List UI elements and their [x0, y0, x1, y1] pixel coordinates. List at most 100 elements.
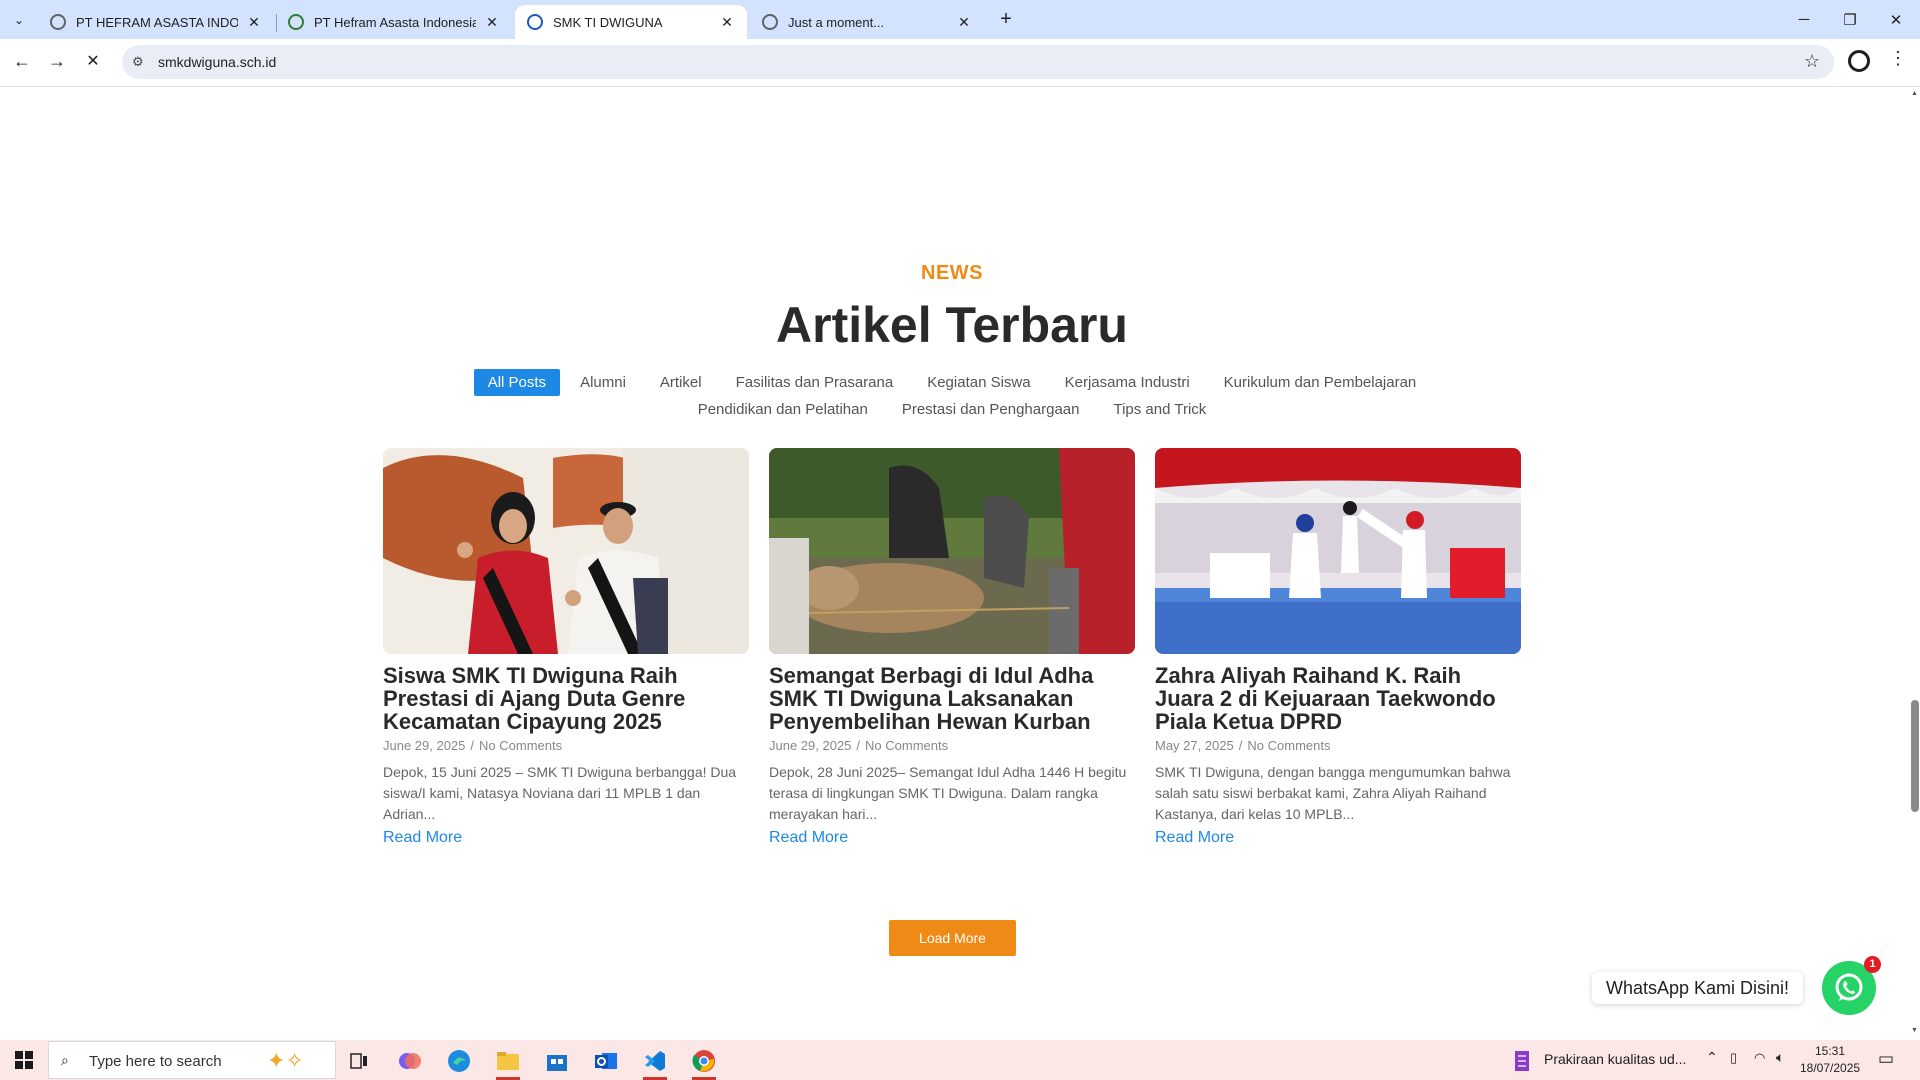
tab-smk-dwiguna[interactable]: SMK TI DWIGUNA ✕ [515, 5, 747, 39]
network-icon[interactable]: ◠ [1754, 1050, 1765, 1066]
post-meta: June 29, 2025 / No Comments [769, 738, 1135, 753]
site-favicon-icon [288, 14, 304, 30]
post-date: June 29, 2025 [769, 738, 852, 753]
device-icon[interactable]: ▯ [1730, 1050, 1737, 1066]
address-bar[interactable]: ⚙ smkdwiguna.sch.id ☆ [122, 45, 1834, 79]
copilot-icon[interactable] [390, 1044, 430, 1078]
chrome-glyph-icon [692, 1050, 715, 1072]
chrome-icon[interactable] [684, 1044, 724, 1080]
close-icon[interactable]: ✕ [719, 14, 735, 31]
read-more-link[interactable]: Read More [383, 829, 462, 847]
post-comments[interactable]: No Comments [865, 738, 948, 753]
tab-hefram-2[interactable]: PT Hefram Asasta Indonesia - P ✕ [276, 5, 512, 39]
bookmark-star-icon[interactable]: ☆ [1804, 51, 1820, 72]
scroll-down-arrow-icon[interactable]: ▼ [1911, 1027, 1918, 1034]
browser-tab-bar: ⌄ PT HEFRAM ASASTA INDONESIA ✕ PT Hefram… [0, 0, 1920, 39]
post-thumbnail[interactable] [1155, 448, 1521, 654]
read-more-link[interactable]: Read More [1155, 829, 1234, 847]
filter-pendidikan-pelatihan[interactable]: Pendidikan dan Pelatihan [684, 396, 882, 423]
read-more-link[interactable]: Read More [769, 829, 848, 847]
clock-date: 18/07/2025 [1800, 1061, 1861, 1075]
windows-taskbar: ⌕ Type here to search ✦✧ Prakiraan kuali… [0, 1040, 1920, 1080]
new-tab-button[interactable]: + [994, 7, 1018, 31]
filter-artikel[interactable]: Artikel [646, 369, 716, 396]
whatsapp-label[interactable]: WhatsApp Kami Disini! [1592, 972, 1804, 1004]
edge-glyph-icon [448, 1050, 470, 1072]
windows-logo-icon [15, 1051, 33, 1069]
filter-kerjasama-industri[interactable]: Kerjasama Industri [1051, 369, 1204, 396]
filter-prestasi[interactable]: Prestasi dan Penghargaan [888, 396, 1094, 423]
volume-icon[interactable]: 🔈︎ [1776, 1049, 1784, 1066]
post-card: Semangat Berbagi di Idul Adha SMK TI Dwi… [769, 448, 1135, 847]
filter-kurikulum[interactable]: Kurikulum dan Pembelajaran [1210, 369, 1431, 396]
file-explorer-icon[interactable] [488, 1044, 528, 1080]
meta-separator: / [856, 738, 861, 753]
search-icon: ⌕ [61, 1052, 69, 1068]
kurban-photo [769, 448, 1135, 654]
page-scrollbar[interactable] [1910, 88, 1920, 1040]
globe-icon [762, 14, 778, 30]
post-excerpt: SMK TI Dwiguna, dengan bangga mengumumka… [1155, 764, 1511, 822]
notification-center-icon[interactable]: ▭ [1878, 1049, 1894, 1069]
close-icon[interactable]: ✕ [956, 14, 972, 31]
close-icon[interactable]: ✕ [484, 14, 500, 31]
post-title[interactable]: Semangat Berbagi di Idul Adha SMK TI Dwi… [769, 664, 1135, 733]
air-quality-glyph-icon [1515, 1051, 1529, 1071]
post-comments[interactable]: No Comments [1247, 738, 1330, 753]
tray-chevron-up-icon[interactable]: ⌃ [1706, 1049, 1718, 1066]
back-arrow-icon[interactable]: ← [9, 48, 35, 74]
filter-all-posts[interactable]: All Posts [473, 369, 561, 396]
tab-title: SMK TI DWIGUNA [553, 14, 663, 30]
restore-icon[interactable]: ❐ [1827, 0, 1873, 39]
task-view-glyph-icon [350, 1053, 367, 1069]
search-placeholder[interactable]: Type here to search [89, 1053, 222, 1070]
close-icon[interactable]: ✕ [246, 14, 262, 31]
post-thumbnail[interactable] [769, 448, 1135, 654]
globe-icon [50, 14, 66, 30]
post-excerpt: Depok, 15 Juni 2025 – SMK TI Dwiguna ber… [383, 764, 737, 822]
filter-fasilitas[interactable]: Fasilitas dan Prasarana [722, 369, 908, 396]
section-heading: Artikel Terbaru [776, 297, 1128, 353]
post-meta: May 27, 2025 / No Comments [1155, 738, 1521, 753]
microsoft-store-icon[interactable] [537, 1044, 577, 1078]
vscode-icon[interactable] [635, 1044, 675, 1080]
load-more-button[interactable]: Load More [889, 920, 1016, 956]
site-settings-icon[interactable]: ⚙ [132, 54, 144, 70]
post-title[interactable]: Zahra Aliyah Raihand K. Raih Juara 2 di … [1155, 664, 1521, 733]
forward-arrow-icon[interactable]: → [44, 48, 70, 74]
filter-alumni[interactable]: Alumni [566, 369, 640, 396]
tab-hefram-1[interactable]: PT HEFRAM ASASTA INDONESIA ✕ [38, 5, 274, 39]
url-text[interactable]: smkdwiguna.sch.id [158, 54, 276, 70]
outlook-icon[interactable] [586, 1044, 626, 1078]
post-card: Siswa SMK TI Dwiguna Raih Prestasi di Aj… [383, 448, 749, 847]
weather-widget-text[interactable]: Prakiraan kualitas ud... [1544, 1051, 1686, 1067]
tab-just-a-moment[interactable]: Just a moment... ✕ [750, 5, 984, 39]
more-menu-icon[interactable]: ⋮ [1889, 48, 1907, 69]
minimize-icon[interactable]: ─ [1781, 0, 1827, 39]
filter-tips-trick[interactable]: Tips and Trick [1099, 396, 1220, 423]
filter-kegiatan-siswa[interactable]: Kegiatan Siswa [913, 369, 1044, 396]
windows-start-button[interactable] [0, 1040, 48, 1080]
vscode-glyph-icon [645, 1051, 665, 1071]
taskbar-search-box[interactable]: ⌕ Type here to search ✦✧ [48, 1041, 336, 1079]
window-close-icon[interactable]: ✕ [1873, 0, 1919, 39]
taekwondo-photo [1155, 448, 1521, 654]
profile-avatar-icon[interactable] [1848, 50, 1870, 72]
outlook-glyph-icon [595, 1053, 617, 1069]
duta-genre-photo [383, 448, 749, 654]
task-view-icon[interactable] [339, 1044, 379, 1078]
meta-separator: / [1238, 738, 1243, 753]
post-date: May 27, 2025 [1155, 738, 1234, 753]
tab-search-chevron-icon[interactable]: ⌄ [7, 9, 31, 31]
scrollbar-thumb[interactable] [1911, 700, 1919, 812]
post-card: Zahra Aliyah Raihand K. Raih Juara 2 di … [1155, 448, 1521, 847]
edge-icon[interactable] [439, 1044, 479, 1078]
post-title[interactable]: Siswa SMK TI Dwiguna Raih Prestasi di Aj… [383, 664, 749, 733]
weather-widget-icon[interactable] [1502, 1044, 1542, 1078]
system-clock[interactable]: 15:31 18/07/2025 [1800, 1043, 1860, 1077]
stop-loading-icon[interactable]: ✕ [80, 48, 106, 74]
post-thumbnail[interactable] [383, 448, 749, 654]
meta-separator: / [470, 738, 475, 753]
post-comments[interactable]: No Comments [479, 738, 562, 753]
scroll-up-arrow-icon[interactable]: ▲ [1911, 90, 1918, 97]
